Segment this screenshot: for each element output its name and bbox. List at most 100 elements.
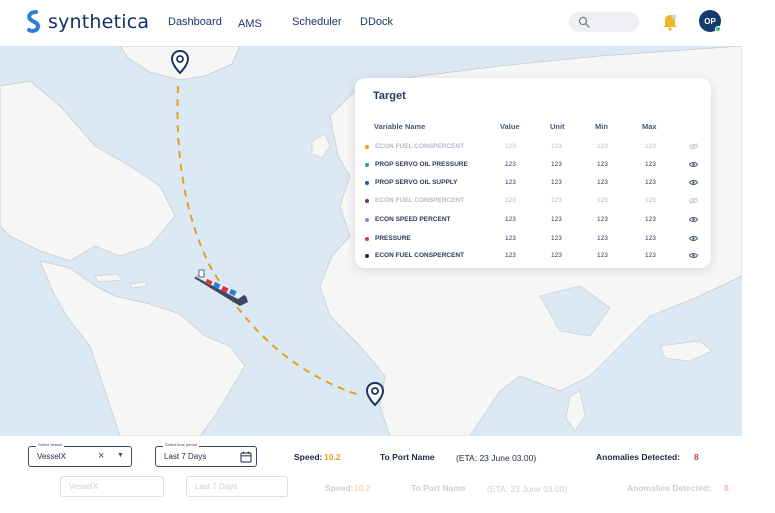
eye-icon[interactable] (689, 161, 698, 168)
variable-unit: 123 (551, 197, 562, 204)
series-color-dot (365, 218, 369, 222)
variable-unit: 123 (551, 161, 562, 168)
variable-max: 123 (645, 235, 656, 242)
origin-pin-icon[interactable] (170, 50, 190, 74)
variable-unit: 123 (551, 143, 562, 150)
voyage-summary-bar: Select Vessel VesselX × ▼ Select time pe… (0, 436, 742, 476)
eye-off-icon[interactable] (689, 143, 698, 150)
anomalies-label: Anomalies Detected: (596, 452, 681, 462)
chevron-down-icon[interactable]: ▼ (117, 452, 124, 459)
vessel-select-label: Select Vessel (36, 442, 65, 447)
target-row[interactable]: PROP SERVO OIL PRESSURE 123 123 123 123 (355, 159, 711, 173)
speed-value: 10.2 (324, 452, 341, 462)
nav-scheduler[interactable]: Scheduler (292, 16, 342, 28)
logo-mark-icon (27, 10, 41, 33)
period-select[interactable]: Select time period Last 7 Days (155, 442, 257, 467)
column-header-max: Max (642, 122, 657, 131)
column-header-min: Min (595, 122, 608, 131)
variable-value: 123 (505, 161, 516, 168)
to-port-name-reflection: To Port Name (411, 483, 466, 493)
period-select-value: Last 7 Days (164, 452, 207, 461)
variable-name: PROP SERVO OIL PRESSURE (375, 161, 468, 168)
variable-unit: 123 (551, 252, 562, 259)
variable-max: 123 (645, 197, 656, 204)
eye-icon[interactable] (689, 252, 698, 259)
eta-text-reflection: (ETA: 23 June 03.00) (487, 484, 568, 494)
variable-unit: 123 (551, 235, 562, 242)
clear-icon[interactable]: × (98, 450, 104, 462)
search-input[interactable] (569, 12, 639, 32)
eye-icon[interactable] (689, 235, 698, 242)
nav-ddock[interactable]: DDock (360, 16, 393, 28)
destination-pin-icon[interactable] (365, 382, 385, 406)
variable-name: ECON FUEL CONSPERCENT (375, 143, 465, 150)
speed-label: Speed: (294, 452, 323, 462)
period-select-reflection-value: Last 7 Days (195, 482, 238, 491)
series-color-dot (365, 254, 369, 258)
variable-value: 123 (505, 197, 516, 204)
variable-unit: 123 (551, 216, 562, 223)
brand-name: synthetica (48, 11, 150, 33)
period-select-reflection: Last 7 Days (186, 476, 288, 497)
variable-name: ECON FUEL CONSPERCENT (375, 197, 465, 204)
to-port-name: To Port Name (380, 452, 435, 462)
variable-value: 123 (505, 216, 516, 223)
column-header-variable: Variable Name (374, 122, 426, 131)
series-color-dot (365, 145, 369, 149)
vessel-select[interactable]: Select Vessel VesselX × ▼ (28, 442, 132, 467)
target-panel: Target Variable Name Value Unit Min Max … (355, 78, 711, 268)
variable-max: 123 (645, 161, 656, 168)
variable-min: 123 (597, 252, 608, 259)
eta-text: (ETA: 23 June 03.00) (456, 453, 537, 463)
column-header-unit: Unit (550, 122, 565, 131)
target-title: Target (373, 90, 406, 102)
anomalies-label-reflection: Anomalies Detected: (627, 483, 712, 493)
variable-min: 123 (597, 197, 608, 204)
nav-dashboard[interactable]: Dashboard (168, 16, 222, 28)
period-select-label: Select time period (163, 442, 200, 447)
ship-icon[interactable] (192, 268, 250, 308)
eye-icon[interactable] (689, 179, 698, 186)
bottom-bar-reflection: VesselX Last 7 Days Speed: 10.2 To Port … (0, 476, 742, 513)
target-row[interactable]: ECON FUEL CONSPERCENT 123 123 123 123 (355, 195, 711, 209)
variable-min: 123 (597, 143, 608, 150)
brand-logo[interactable]: synthetica (26, 10, 149, 34)
vessel-select-value: VesselX (37, 452, 66, 461)
anomalies-count-reflection: 8 (724, 483, 729, 493)
variable-min: 123 (597, 216, 608, 223)
series-color-dot (365, 181, 369, 185)
variable-max: 123 (645, 143, 656, 150)
variable-value: 123 (505, 143, 516, 150)
eye-icon[interactable] (689, 216, 698, 223)
variable-name: ECON FUEL CONSPERCENT (375, 252, 465, 259)
variable-unit: 123 (551, 179, 562, 186)
eye-off-icon[interactable] (689, 197, 698, 204)
variable-max: 123 (645, 179, 656, 186)
speed-value-reflection: 10.2 (354, 483, 371, 493)
vessel-select-reflection-value: VesselX (69, 482, 98, 491)
top-header: synthetica Dashboard AMS Scheduler DDock… (0, 0, 742, 46)
variable-name: PRESSURE (375, 235, 411, 242)
online-status-dot (715, 26, 721, 32)
variable-name: ECON SPEED PERCENT (375, 216, 451, 223)
anomalies-count: 8 (694, 452, 699, 462)
calendar-icon[interactable] (240, 451, 252, 463)
nav-ams[interactable]: AMS (238, 18, 262, 30)
series-color-dot (365, 237, 369, 241)
target-row[interactable]: PROP SERVO OIL SUPPLY 123 123 123 123 (355, 177, 711, 191)
variable-value: 123 (505, 252, 516, 259)
variable-value: 123 (505, 179, 516, 186)
bell-icon[interactable] (662, 13, 678, 31)
target-row[interactable]: ECON FUEL CONSPERCENT 123 123 123 123 (355, 141, 711, 155)
vessel-select-reflection: VesselX (60, 476, 164, 497)
series-color-dot (365, 163, 369, 167)
variable-value: 123 (505, 235, 516, 242)
column-header-value: Value (500, 122, 520, 131)
target-row[interactable]: PRESSURE 123 123 123 123 (355, 233, 711, 247)
search-icon (578, 16, 590, 28)
variable-max: 123 (645, 252, 656, 259)
target-row[interactable]: ECON SPEED PERCENT 123 123 123 123 (355, 214, 711, 228)
variable-name: PROP SERVO OIL SUPPLY (375, 179, 458, 186)
series-color-dot (365, 199, 369, 203)
target-row[interactable]: ECON FUEL CONSPERCENT 123 123 123 123 (355, 250, 711, 264)
